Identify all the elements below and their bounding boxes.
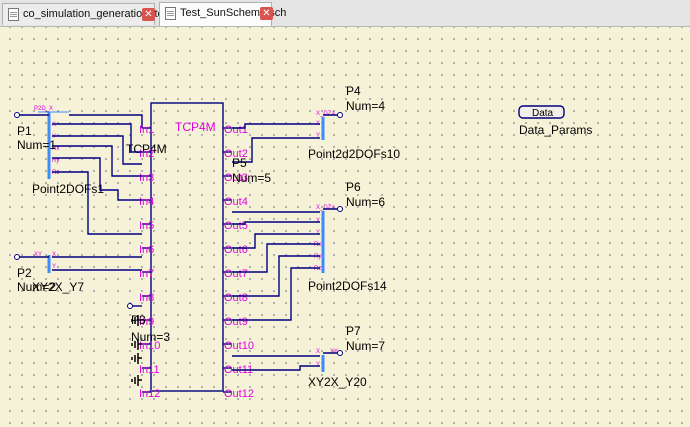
- port-terminal-p1[interactable]: [14, 112, 20, 118]
- ground-icon: [131, 353, 142, 364]
- schematic-file-icon: [165, 7, 176, 20]
- port-p5-name: P5: [232, 156, 247, 170]
- tcp4m-title: TCP4M: [175, 120, 216, 134]
- close-icon[interactable]: ✕: [142, 8, 155, 21]
- block-point2dofs14[interactable]: X_DZa X Y Rx Ry Rz Point2DOFs14: [308, 205, 387, 293]
- port-p1-name: P1: [17, 124, 32, 138]
- data-block-label: Data: [532, 108, 554, 119]
- port-p2-name: P2: [17, 266, 32, 280]
- port-p5-num: Num=5: [232, 171, 271, 185]
- tcp4m-input-labels: In1In2In3In4In5In6In7In8In9In10In11In12: [139, 124, 160, 400]
- output-pin-label: Out12: [224, 388, 254, 400]
- block-name: Point2DOFs14: [308, 279, 387, 293]
- input-pin-label: In5: [139, 220, 154, 232]
- port-terminal-p6[interactable]: [337, 206, 343, 212]
- output-pin-label: Out4: [224, 196, 248, 208]
- block-name: Point2d2DOFs10: [308, 147, 400, 161]
- input-pin-label: In4: [139, 196, 154, 208]
- pin-label: X: [52, 122, 56, 128]
- port-terminal-p7[interactable]: [337, 350, 343, 356]
- port-p3-num: Num=3: [131, 330, 170, 344]
- input-pin-label: In6: [139, 244, 154, 256]
- pin-label: X: [316, 218, 320, 224]
- output-pin-label: Out6: [224, 244, 248, 256]
- schematic-file-icon: [8, 8, 19, 21]
- data-params-block[interactable]: Data Data_Params: [518, 105, 592, 137]
- output-pin-label: Out7: [224, 268, 248, 280]
- port-p3-name: P3: [131, 313, 146, 327]
- port-p4-name: P4: [346, 84, 361, 98]
- output-pin-label: Out10: [224, 340, 254, 352]
- port-p1-num: Num=1: [17, 138, 56, 152]
- output-pin-label: Out5: [224, 220, 248, 232]
- tab-test-sunscheme[interactable]: Test_SunScheme.sch ✕: [159, 2, 286, 26]
- pin-label: Y: [52, 264, 56, 270]
- port-p2-num: Num=2: [17, 280, 56, 294]
- port-p7-name: P7: [346, 324, 361, 338]
- pin-label: X_DZa: [316, 205, 335, 211]
- input-pin-label: In12: [139, 388, 160, 400]
- ground-icon: [131, 375, 142, 386]
- port-p6-name: P6: [346, 180, 361, 194]
- port-p7-num: Num=7: [346, 339, 385, 353]
- pin-label: Rz: [314, 266, 321, 272]
- schematic-canvas[interactable]: TCP4M TCP4M In1 In2 In3 In4 In5 In6 In7 In8 In9 I…: [0, 27, 690, 427]
- tab-co-simulation[interactable]: co_simulation_generation_test.sch ✕: [2, 3, 192, 25]
- output-pin-label: Out9: [224, 316, 248, 328]
- pin-label: XY: [330, 349, 338, 355]
- data-block-name: Data_Params: [519, 123, 592, 137]
- close-icon[interactable]: ✕: [260, 7, 273, 20]
- pin-label: Y: [316, 362, 320, 368]
- block-point2d2dofs10[interactable]: X_DZa X Y Point2d2DOFs10: [308, 111, 400, 161]
- input-pin-label: In3: [139, 172, 154, 184]
- tcp4m-pin-stubs: [142, 127, 232, 393]
- pin-label: Rx: [314, 242, 321, 248]
- port-p4-num: Num=4: [346, 99, 385, 113]
- port-terminal-p3[interactable]: [127, 303, 133, 309]
- pin-label: P2D_X: [34, 106, 53, 112]
- schematic-drawing[interactable]: TCP4M TCP4M In1In2In3In4In5In6In7In8In9I…: [0, 27, 690, 427]
- tab-bar: co_simulation_generation_test.sch ✕ Test…: [0, 0, 690, 27]
- block-name: XY2X_Y20: [308, 375, 367, 389]
- port-terminal-p4[interactable]: [337, 112, 343, 118]
- pin-label: Rz: [52, 170, 59, 176]
- output-pin-label: Out1: [224, 124, 248, 136]
- input-pin-label: In1: [139, 124, 154, 136]
- input-pin-label: In2: [139, 148, 154, 160]
- pin-label: Y: [316, 230, 320, 236]
- output-pin-label: Out8: [224, 292, 248, 304]
- block-name: Point2DOFs1: [32, 182, 104, 196]
- pin-label: X_DZa: [316, 111, 335, 117]
- input-pin-label: In11: [139, 364, 160, 376]
- input-pin-label: In8: [139, 292, 154, 304]
- port-terminal-p2[interactable]: [14, 254, 20, 260]
- pin-label: Ry: [52, 158, 59, 164]
- pin-label: Ry: [314, 254, 321, 260]
- block-xy2x-y20[interactable]: X XY Y XY2X_Y20: [308, 349, 367, 389]
- pin-label: X: [316, 349, 320, 355]
- port-p6-num: Num=6: [346, 195, 385, 209]
